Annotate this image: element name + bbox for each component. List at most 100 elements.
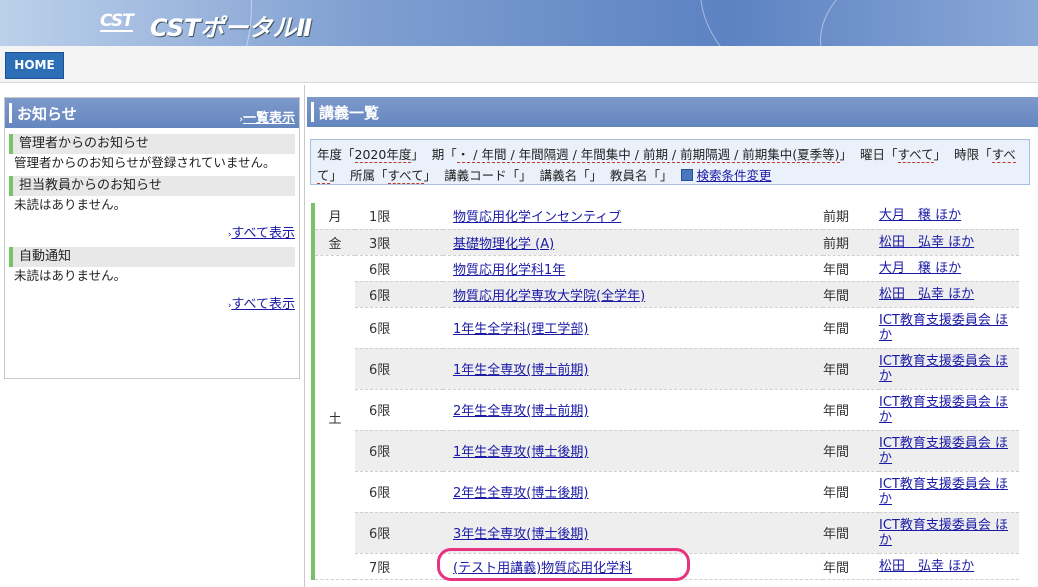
day-suffix: 」 (933, 147, 947, 162)
term-cell: 年間 (823, 471, 879, 513)
dept-prefix: 所属「 (349, 168, 388, 183)
period-cell: 6限 (355, 389, 443, 431)
table-row: 6限 物質応用化学専攻大学院(全学年) 年間 松田 弘幸 ほか (313, 281, 1019, 308)
table-row: 月 1限 物質応用化学インセンティブ 前期 大月 穣 ほか (313, 203, 1019, 230)
table-row: 6限 2年生全専攻(博士前期) 年間 ICT教育支援委員会 ほか (313, 389, 1019, 431)
period-cell: 7限 (355, 553, 443, 580)
course-link[interactable]: 物質応用化学科1年 (453, 263, 565, 278)
instructor-link[interactable]: ICT教育支援委員会 ほか (879, 313, 1008, 343)
view-all-label: 一覧表示 (242, 111, 295, 126)
instructor-cell: ICT教育支援委員会 ほか (879, 307, 1019, 349)
lectures-header: 講義一覧 (307, 97, 1038, 127)
instructor-link[interactable]: ICT教育支援委員会 ほか (879, 354, 1008, 384)
table-row: 6限 3年生全専攻(博士後期) 年間 ICT教育支援委員会 ほか (313, 512, 1019, 554)
notices-header: お知らせ ›一覧表示 (5, 98, 299, 128)
period-prefix: 時限「 (954, 147, 992, 162)
term-suffix: 」 (839, 147, 853, 162)
lectures-title: 講義一覧 (319, 104, 380, 122)
day-cell: 金 (313, 229, 355, 256)
course-link[interactable]: 基礎物理化学 (A) (453, 237, 554, 252)
table-row: 土 6限 物質応用化学科1年 年間 大月 穣 ほか (313, 255, 1019, 580)
auto-notices-body: 未読はありません。 (14, 268, 127, 283)
course-cell: 物質応用化学科1年 (443, 255, 823, 282)
instructor-cell: 松田 弘幸 ほか (879, 281, 1019, 308)
instructor-cell: ICT教育支援委員会 ほか (879, 512, 1019, 554)
table-row: 6限 1年生全学科(理工学部) 年間 ICT教育支援委員会 ほか (313, 307, 1019, 349)
name-condition: 講義名「」 (539, 168, 603, 183)
instructor-link[interactable]: 大月 穣 ほか (879, 261, 961, 276)
notices-panel: お知らせ ›一覧表示 管理者からのお知らせ 管理者からのお知らせが登録されていま… (4, 97, 300, 379)
admin-notices-heading: 管理者からのお知らせ (9, 134, 295, 154)
term-cell: 年間 (823, 255, 879, 282)
nav-bar: HOME (0, 46, 1038, 83)
dept-value: すべて (387, 168, 424, 184)
course-link[interactable]: 1年生全専攻(博士後期) (453, 445, 588, 460)
teacher-notices-all-link[interactable]: すべて表示 (231, 226, 295, 241)
period-cell: 6限 (355, 281, 443, 308)
term-prefix: 期「 (431, 147, 457, 162)
period-cell: 6限 (355, 512, 443, 554)
term-cell: 年間 (823, 348, 879, 390)
course-cell: 基礎物理化学 (A) (443, 229, 823, 256)
code-condition: 講義コード「」 (444, 168, 532, 183)
period-cell: 6限 (355, 255, 443, 282)
course-cell: 1年生全専攻(博士後期) (443, 430, 823, 472)
instructor-link[interactable]: ICT教育支援委員会 ほか (879, 395, 1008, 425)
instructor-cell: ICT教育支援委員会 ほか (879, 348, 1019, 390)
period-cell: 3限 (355, 229, 443, 256)
course-cell: 2年生全専攻(博士後期) (443, 471, 823, 513)
view-all-notices-link[interactable]: ›一覧表示 (239, 107, 295, 126)
day-value: すべて (897, 147, 934, 163)
instructor-link[interactable]: ICT教育支援委員会 ほか (879, 436, 1008, 466)
header-decoration (820, 0, 1038, 46)
course-cell: (テスト用講義)物質応用化学科 (443, 553, 823, 580)
course-cell: 1年生全専攻(博士前期) (443, 348, 823, 390)
course-link[interactable]: 2年生全専攻(博士後期) (453, 486, 588, 501)
course-link[interactable]: 物質応用化学インセンティブ (453, 210, 621, 225)
course-link[interactable]: 物質応用化学専攻大学院(全学年) (453, 289, 645, 304)
auto-notices-all-link[interactable]: すべて表示 (231, 297, 295, 312)
year-value: 2020年度 (354, 147, 412, 163)
term-value: ・ / 年間 / 年間隔週 / 年間集中 / 前期 / 前期隔週 / 前期集中(… (456, 147, 840, 163)
period-cell: 6限 (355, 307, 443, 349)
course-cell: 物質応用化学インセンティブ (443, 203, 823, 230)
admin-notices-body: 管理者からのお知らせが登録されていません。 (14, 155, 276, 170)
logo-mark: CST (100, 11, 134, 32)
instructor-link[interactable]: ICT教育支援委員会 ほか (879, 518, 1008, 548)
course-cell: 3年生全専攻(博士後期) (443, 512, 823, 554)
period-suffix: 」 (329, 168, 343, 183)
dept-suffix: 」 (423, 168, 437, 183)
home-button[interactable]: HOME (5, 52, 64, 79)
notices-title: お知らせ (17, 105, 77, 123)
term-cell: 年間 (823, 307, 879, 349)
lectures-panel: 講義一覧 年度「2020年度」 期「・ / 年間 / 年間隔週 / 年間集中 /… (304, 85, 1038, 587)
course-link[interactable]: 1年生全学科(理工学部) (453, 322, 588, 337)
instructor-link[interactable]: 松田 弘幸 ほか (879, 559, 974, 574)
auto-notices-heading: 自動通知 (9, 247, 295, 267)
period-cell: 6限 (355, 348, 443, 390)
change-search-link[interactable]: 検索条件変更 (697, 168, 772, 183)
day-cell: 月 (313, 203, 355, 230)
header-bar (311, 102, 314, 122)
instructor-link[interactable]: 大月 穣 ほか (879, 208, 961, 223)
course-link[interactable]: (テスト用講義)物質応用化学科 (453, 561, 632, 576)
year-suffix: 」 (411, 147, 424, 162)
term-cell: 年間 (823, 281, 879, 308)
year-prefix: 年度「 (317, 147, 355, 162)
course-link[interactable]: 1年生全専攻(博士前期) (453, 363, 588, 378)
teacher-notices-all: ›すべて表示 (5, 222, 299, 241)
instructor-link[interactable]: 松田 弘幸 ほか (879, 287, 974, 302)
instructor-link[interactable]: 松田 弘幸 ほか (879, 235, 974, 250)
teacher-notices-heading: 担当教員からのお知らせ (9, 176, 295, 196)
auto-notices-all: ›すべて表示 (5, 293, 299, 312)
instructor-link[interactable]: ICT教育支援委員会 ほか (879, 477, 1008, 507)
term-cell: 年間 (823, 389, 879, 431)
search-conditions: 年度「2020年度」 期「・ / 年間 / 年間隔週 / 年間集中 / 前期 /… (310, 139, 1030, 185)
instructor-cell: 大月 穣 ほか (879, 255, 1019, 282)
table-row: 金 3限 基礎物理化学 (A) 前期 松田 弘幸 ほか (313, 229, 1019, 256)
course-link[interactable]: 3年生全専攻(博士後期) (453, 527, 588, 542)
instructor-cell: 大月 穣 ほか (879, 203, 1019, 230)
course-link[interactable]: 2年生全専攻(博士前期) (453, 404, 588, 419)
term-cell: 年間 (823, 553, 879, 580)
term-cell: 前期 (823, 203, 879, 230)
